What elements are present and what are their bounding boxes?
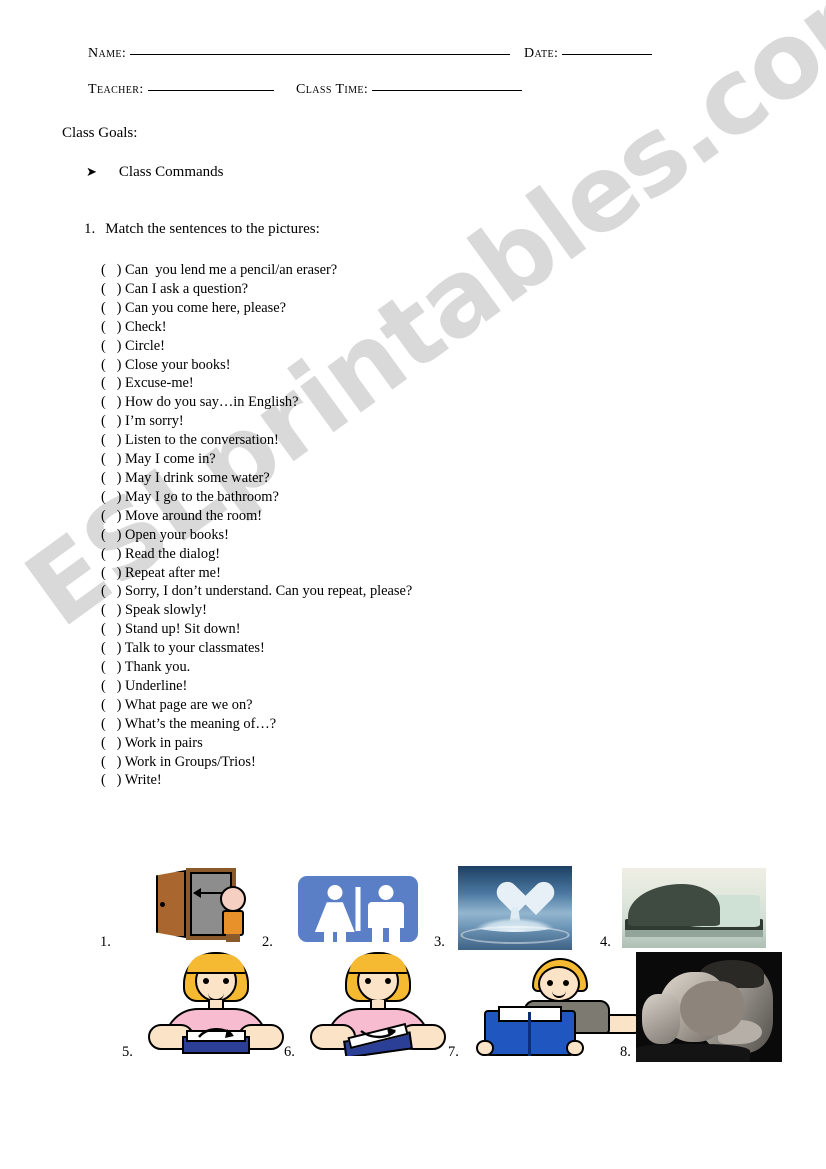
picture-cell-4: 4. [600,862,780,962]
picture-cell-7: 7. [448,952,644,1068]
picture-number-4: 4. [600,934,611,950]
picture-cell-3: 3. [434,862,604,962]
picture-man-listening [636,952,782,1062]
close-arrow-icon [359,1026,397,1039]
picture-number-8: 8. [620,1044,631,1060]
picture-number-3: 3. [434,934,445,950]
picture-cell-5: 5. [122,952,292,1068]
picture-number-2: 2. [262,934,273,950]
picture-water-splash [458,866,572,950]
picture-number-5: 5. [122,1044,133,1060]
open-arrow-icon [197,1026,235,1038]
picture-girl-opening-book [144,952,288,1056]
picture-cell-6: 6. [284,952,454,1068]
picture-cell-8: 8. [620,952,800,1068]
picture-number-6: 6. [284,1044,295,1060]
picture-cell-2: 2. [262,862,432,962]
picture-cell-1: 1. [100,862,260,962]
picture-restroom-sign [298,876,418,942]
picture-grid: 1. 2. 3. 4. 5. 6. 7. 8. [0,0,826,1169]
woman-pictogram-icon [314,885,355,942]
worksheet-page: ESLprintables.com Name: Date: Teacher: C… [0,0,826,1169]
picture-open-book-photo [622,868,766,948]
picture-girl-closing-book [306,952,450,1056]
picture-number-1: 1. [100,934,111,950]
picture-door-entering [150,864,250,946]
picture-number-7: 7. [448,1044,459,1060]
man-pictogram-icon [366,885,406,942]
